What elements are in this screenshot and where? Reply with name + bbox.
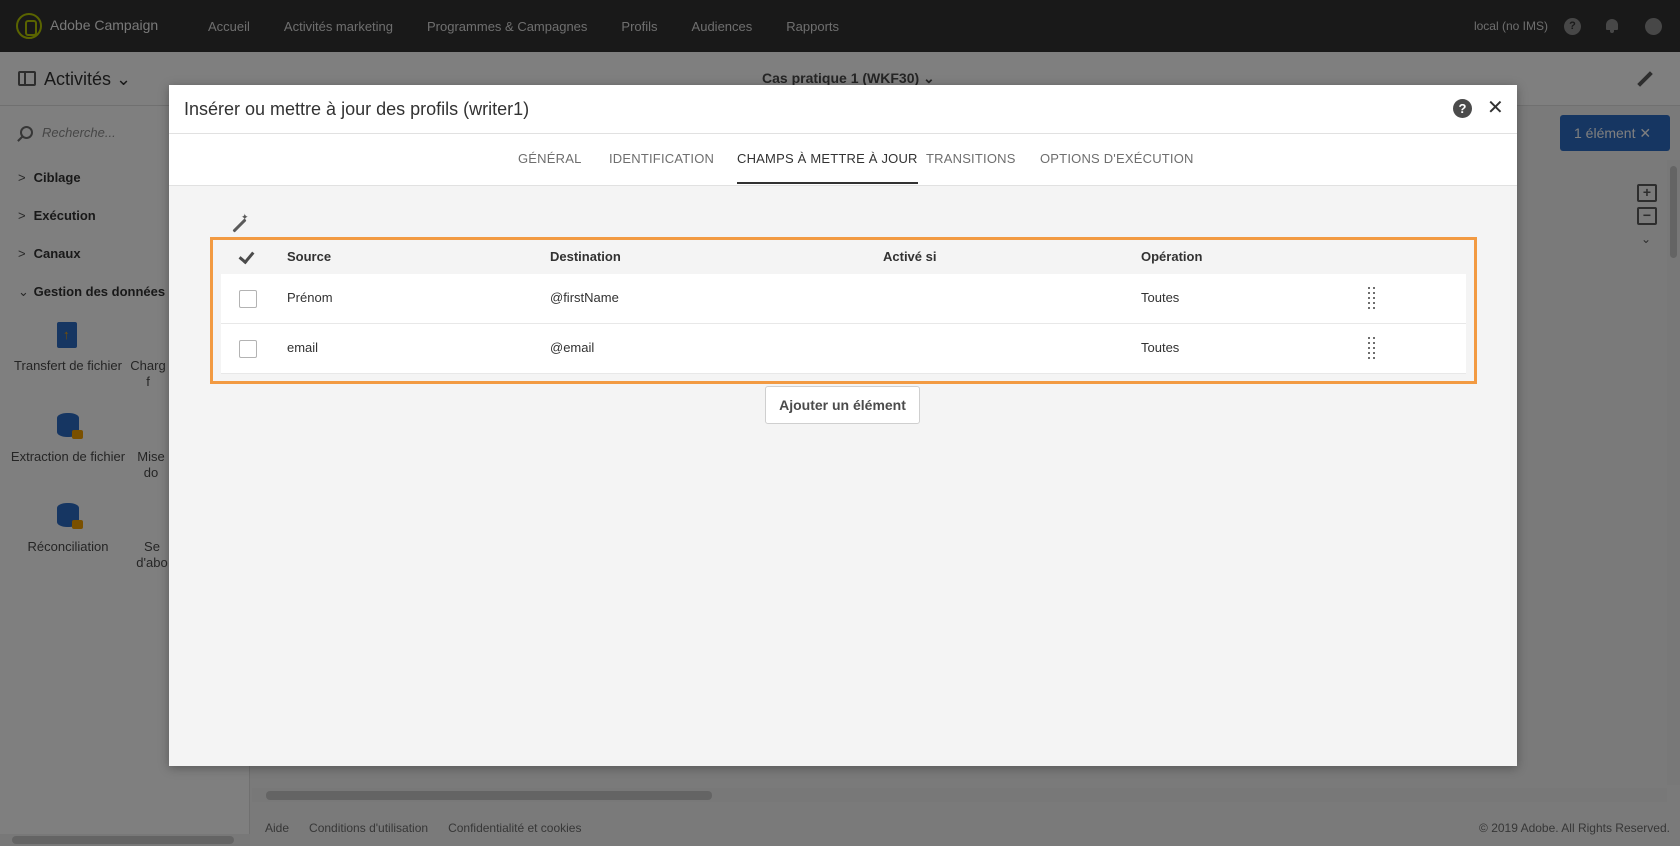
insert-update-profiles-dialog: Insérer ou mettre à jour des profils (wr… — [169, 85, 1517, 766]
tab-options-execution[interactable]: OPTIONS D'EXÉCUTION — [1040, 151, 1194, 166]
dialog-title: Insérer ou mettre à jour des profils (wr… — [184, 99, 530, 119]
cell-source: email — [287, 340, 319, 355]
table-row[interactable]: email @email Toutes — [221, 324, 1466, 374]
close-icon[interactable]: ✕ — [1487, 95, 1504, 120]
table-row[interactable]: Prénom @firstName Toutes — [221, 274, 1466, 324]
cell-destination: @email — [550, 340, 595, 355]
column-header-destination[interactable]: Destination — [550, 249, 621, 264]
help-icon[interactable]: ? — [1453, 99, 1472, 118]
column-header-source[interactable]: Source — [287, 249, 331, 264]
drag-handle-icon[interactable] — [1368, 337, 1378, 359]
dialog-header: Insérer ou mettre à jour des profils (wr… — [169, 85, 1517, 134]
add-element-button[interactable]: Ajouter un élément — [765, 386, 920, 424]
drag-handle-icon[interactable] — [1368, 287, 1378, 309]
tab-identification[interactable]: IDENTIFICATION — [609, 151, 714, 166]
column-header-active-si[interactable]: Activé si — [883, 249, 936, 264]
cell-operation: Toutes — [1141, 290, 1180, 305]
cell-source: Prénom — [287, 290, 333, 305]
cell-destination: @firstName — [550, 290, 619, 305]
tab-champs-a-mettre-a-jour[interactable]: CHAMPS À METTRE À JOUR — [737, 151, 918, 184]
dialog-tabs: GÉNÉRAL IDENTIFICATION CHAMPS À METTRE À… — [169, 134, 1517, 186]
cell-operation: Toutes — [1141, 340, 1180, 355]
row-checkbox[interactable] — [239, 340, 257, 358]
tab-transitions[interactable]: TRANSITIONS — [926, 151, 1016, 166]
column-header-operation[interactable]: Opération — [1141, 249, 1202, 264]
tab-general[interactable]: GÉNÉRAL — [518, 151, 582, 166]
select-all-check-icon[interactable] — [240, 248, 254, 262]
row-checkbox[interactable] — [239, 290, 257, 308]
magic-wand-icon[interactable] — [229, 212, 249, 235]
fields-grid: Source Destination Activé si Opération P… — [210, 237, 1477, 384]
grid-header-row: Source Destination Activé si Opération — [213, 240, 1474, 274]
